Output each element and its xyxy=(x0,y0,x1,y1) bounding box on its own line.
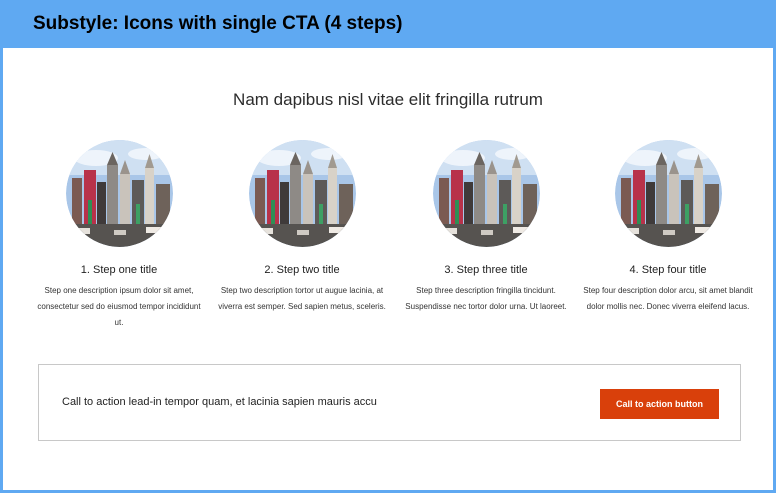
call-to-action-button[interactable]: Call to action button xyxy=(600,389,719,419)
city-skyline-photo-icon xyxy=(614,140,722,247)
step-1: 1. Step one title Step one description i… xyxy=(34,140,204,331)
steps-row: 1. Step one title Step one description i… xyxy=(3,140,773,350)
step-title: 4. Step four title xyxy=(629,264,707,276)
step-description: Step four description dolor arcu, sit am… xyxy=(583,286,753,311)
city-skyline-photo-icon xyxy=(432,140,540,247)
step-description: Step three description fringilla tincidu… xyxy=(405,286,567,311)
step-description: Step one description ipsum dolor sit ame… xyxy=(37,286,201,327)
header-bar: Substyle: Icons with single CTA (4 steps… xyxy=(3,3,773,48)
section-heading: Nam dapibus nisl vitae elit fringilla ru… xyxy=(233,90,543,109)
cta-box: Call to action lead-in tempor quam, et l… xyxy=(38,364,741,441)
page-title: Substyle: Icons with single CTA (4 steps… xyxy=(33,13,403,34)
step-4: 4. Step four title Step four description… xyxy=(583,140,753,315)
step-3: 3. Step three title Step three descripti… xyxy=(401,140,571,315)
step-description: Step two description tortor ut augue lac… xyxy=(218,286,386,311)
step-title: 1. Step one title xyxy=(80,264,158,276)
step-2: 2. Step two title Step two description t… xyxy=(217,140,387,315)
city-skyline-photo-icon xyxy=(65,140,173,247)
city-skyline-photo-icon xyxy=(248,140,356,247)
step-title: 3. Step three title xyxy=(444,264,528,276)
step-title: 2. Step two title xyxy=(264,264,340,276)
cta-lead-in: Call to action lead-in tempor quam, et l… xyxy=(62,396,377,408)
page-frame: Substyle: Icons with single CTA (4 steps… xyxy=(0,0,776,493)
